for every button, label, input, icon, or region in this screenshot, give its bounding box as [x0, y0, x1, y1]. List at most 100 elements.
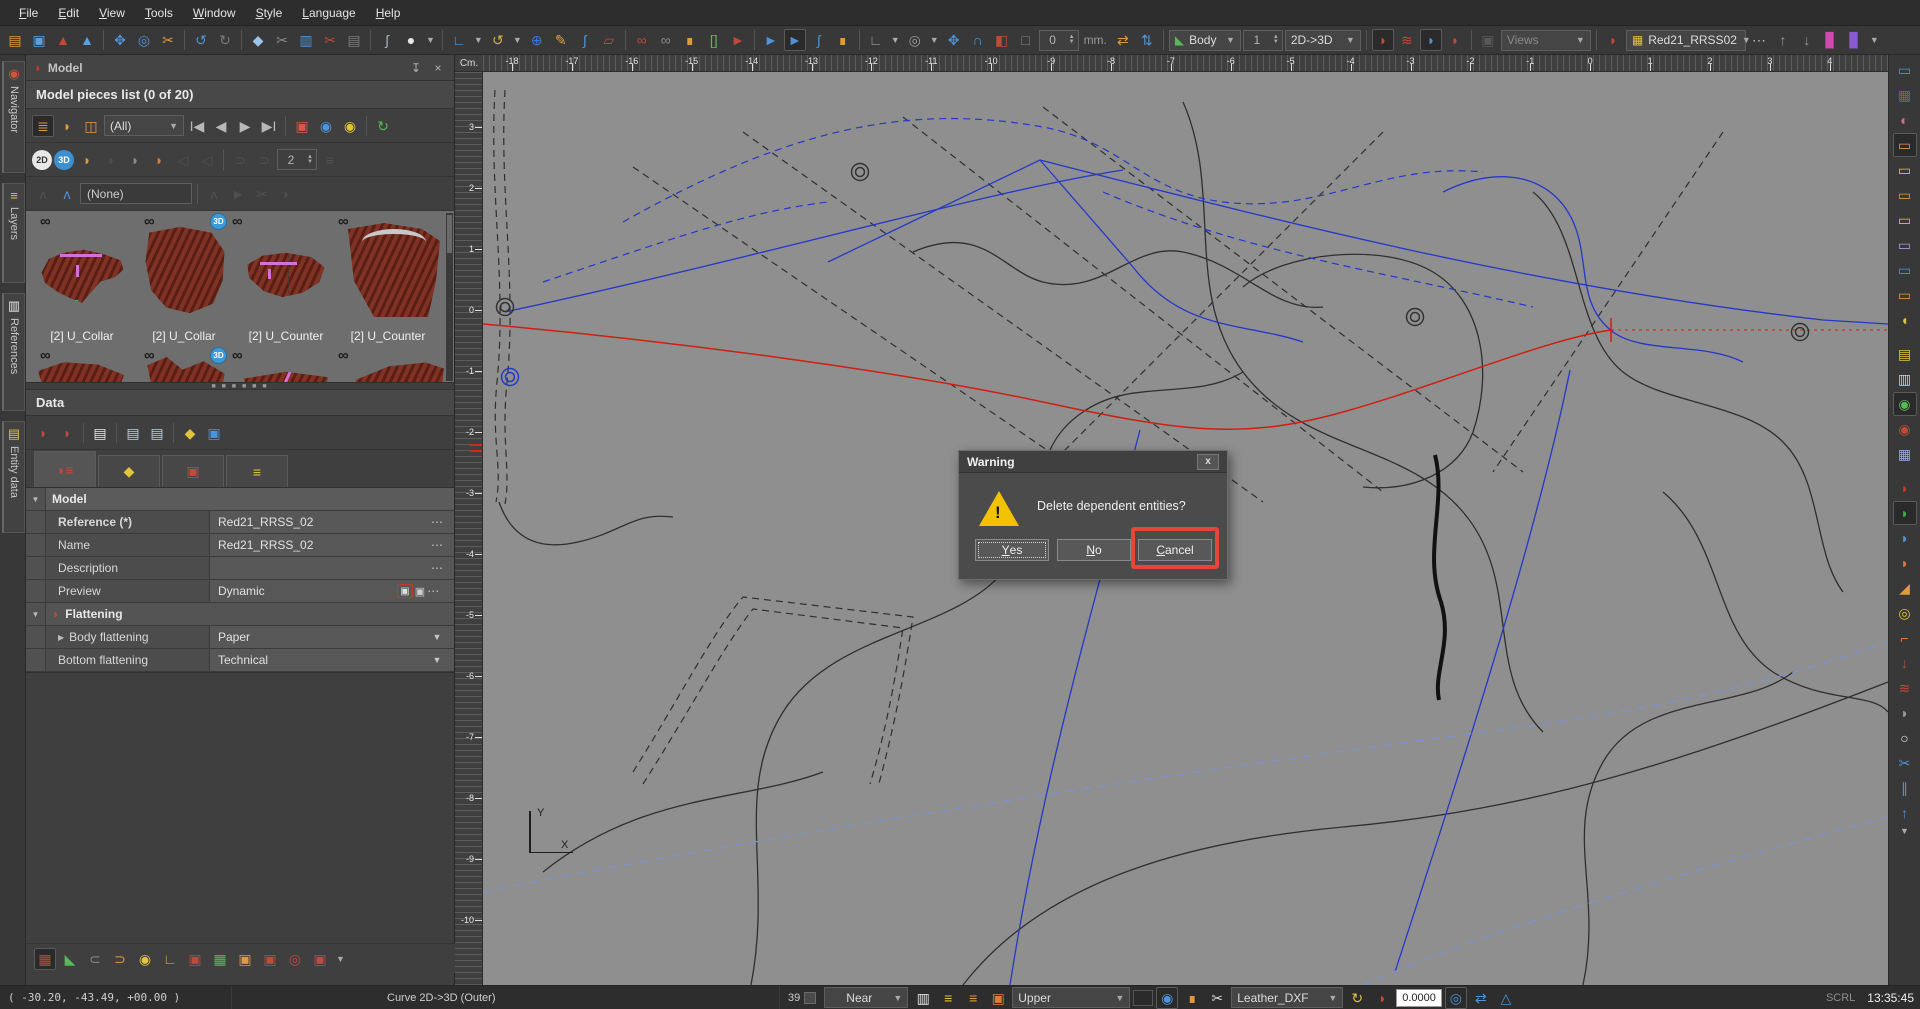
rt-shoe-orange-icon[interactable]: ◗ [1893, 551, 1917, 575]
rotate-icon[interactable]: ∩ [967, 29, 989, 51]
rt-bulb-icon[interactable]: ○ [1893, 726, 1917, 750]
rt-piece-holes-icon[interactable]: ▭ [1893, 208, 1917, 232]
last-piece-icon[interactable]: ▶Ι [258, 115, 280, 137]
rt-show-red-eye-icon[interactable]: ◉ [1893, 417, 1917, 441]
flatten-group-icon[interactable]: ◗ [275, 183, 297, 205]
rt-window-blue-icon[interactable]: ▭ [1893, 58, 1917, 82]
panel-splitter[interactable]: ■ ■ ■ ■ ■ ■ [26, 383, 454, 390]
property-value[interactable]: Dynamic [210, 580, 382, 602]
camera-icon[interactable]: ▣ [415, 585, 425, 598]
rt-piece-dotted-icon[interactable]: ▭ [1893, 158, 1917, 182]
zoom-selection-icon[interactable]: ▣ [291, 115, 313, 137]
piece-thumbnail[interactable] [41, 249, 124, 303]
update-from-shoe-icon[interactable]: ◗ [56, 422, 78, 444]
sb-refresh-icon[interactable]: ↻ [1346, 987, 1368, 1009]
box-red-icon[interactable]: ▣ [259, 948, 281, 970]
measure-scissors-icon[interactable]: ✂ [157, 29, 179, 51]
apply-to-shoe-icon[interactable]: ◗ [32, 422, 54, 444]
next-piece-icon[interactable]: ▶ [234, 115, 256, 137]
ungroup-icon[interactable]: ✂ [251, 183, 273, 205]
select-arrow-icon[interactable]: ► [783, 29, 806, 51]
rt-shoe-red-icon[interactable]: ◗ [1893, 476, 1917, 500]
yes-button[interactable]: Yes [975, 539, 1049, 561]
piece-thumbnail[interactable] [348, 223, 440, 317]
corner-icon[interactable]: ∟ [159, 948, 181, 970]
sb-swap-icon[interactable]: ⇄ [1470, 987, 1492, 1009]
stamp-s-icon[interactable]: ▣ [309, 948, 331, 970]
tab-list[interactable]: ≡ [226, 455, 288, 487]
new-sheet-icon[interactable]: ▤ [89, 422, 111, 444]
lock-icon[interactable]: ∎ [832, 29, 854, 51]
sb-frame-icon[interactable]: ▣ [987, 987, 1009, 1009]
lock-entity-icon[interactable]: ∎ [679, 29, 701, 51]
photo-icon[interactable]: ▣ [203, 422, 225, 444]
sidebar-tab-references[interactable]: ▥ References [2, 293, 25, 411]
sphere-icon[interactable]: ⊕ [526, 29, 548, 51]
rt-shoe-blue-red-icon[interactable]: ◗ [1893, 526, 1917, 550]
chain-open-icon[interactable]: ∞ [631, 29, 653, 51]
rt-scissors-wave-icon[interactable]: ✂ [1893, 751, 1917, 775]
more-options-button[interactable]: ⋯ [1748, 29, 1770, 51]
stamp-red-icon[interactable]: ▣ [184, 948, 206, 970]
tag-icon[interactable]: ◆ [179, 422, 201, 444]
rt-piece-lock-icon[interactable]: ▭ [1893, 283, 1917, 307]
flip-horizontal-icon[interactable]: ⇄ [1112, 29, 1134, 51]
rt-stack-red-blue-icon[interactable]: ≋ [1893, 676, 1917, 700]
mode-3d-toggle[interactable]: 3D [54, 149, 74, 170]
sb-lamp-icon[interactable]: △ [1495, 987, 1517, 1009]
show-all-eye-icon[interactable]: ◉ [315, 115, 337, 137]
undo-icon[interactable]: ↺ [190, 29, 212, 51]
tab-properties[interactable]: ◗≡ [34, 451, 96, 487]
rt-piece-add-icon[interactable]: ◖ [1893, 308, 1917, 332]
menu-window[interactable]: Window [184, 3, 245, 23]
property-value[interactable] [210, 557, 420, 579]
dropdown-arrow-icon[interactable]: ▼ [420, 626, 454, 648]
sidebar-tab-layers[interactable]: ≡ Layers [2, 183, 25, 283]
add-model-icon[interactable]: ◗ [1602, 29, 1624, 51]
ruler-add-icon[interactable]: ▱ [598, 29, 620, 51]
pin-panel-icon[interactable]: ↧ [408, 61, 424, 75]
ghost-square-icon[interactable]: □ [1015, 29, 1037, 51]
move-down-icon[interactable]: ↓ [1796, 29, 1818, 51]
sb-barcode-icon[interactable]: ▥ [912, 987, 934, 1009]
rt-shoe-arrow-down-icon[interactable]: ↓ [1893, 651, 1917, 675]
export-cloud-icon[interactable]: ▲ [76, 29, 98, 51]
rt-copy-pages-icon[interactable]: ▥ [1893, 367, 1917, 391]
select-curve-icon[interactable]: ʃ [808, 29, 830, 51]
car-item[interactable]: ▼ [424, 35, 437, 45]
more-button[interactable]: ⋯ [420, 557, 454, 579]
piece-remove-icon[interactable]: ◗ [100, 149, 122, 171]
first-piece-icon[interactable]: Ι◀ [186, 115, 208, 137]
grid-pieces-icon[interactable]: ▦ [34, 947, 56, 970]
status-checkbox[interactable] [804, 991, 817, 1004]
sb-shoe-s-icon[interactable]: ◗ [1371, 987, 1393, 1009]
mode-2d-toggle[interactable]: 2D [32, 149, 52, 170]
quantity-spinner[interactable]: 2 ▲ ▼ [277, 149, 317, 170]
shoe-red-icon[interactable]: ◗ [1444, 29, 1466, 51]
axes-mode-icon[interactable]: ∟ [865, 29, 887, 51]
eraser-icon[interactable]: ◆ [247, 29, 269, 51]
grid-green-icon[interactable]: ▦ [209, 948, 231, 970]
sb-layers-icon[interactable]: ≡ [937, 987, 959, 1009]
rt-wedge-icon[interactable]: ◢ [1893, 576, 1917, 600]
group-filter-input[interactable]: (None) [80, 183, 192, 204]
property-value[interactable]: Technical [210, 649, 420, 671]
group-row-flattening[interactable]: ▼ ◗ Flattening [26, 603, 454, 626]
sb-layer-add-icon[interactable]: ≡ [962, 987, 984, 1009]
save-model-icon[interactable]: ▣ [28, 29, 50, 51]
move-up-icon[interactable]: ↑ [1772, 29, 1794, 51]
box-orange-icon[interactable]: ▣ [234, 948, 256, 970]
rt-piece-purple-icon[interactable]: ▭ [1893, 233, 1917, 257]
cursor-group-icon[interactable]: ► [227, 183, 249, 205]
no-button[interactable]: No [1057, 539, 1131, 561]
sb-color-swatch[interactable] [1133, 989, 1154, 1006]
rt-heel-curve-icon[interactable]: ⌐ [1893, 626, 1917, 650]
body-select[interactable]: ◣ Body ▼ [1168, 29, 1241, 51]
model-select[interactable]: ▦ Red21_RRSS02 ▼ [1625, 29, 1751, 51]
curve-open-icon[interactable]: ⊂ [84, 948, 106, 970]
prev-piece-icon[interactable]: ◀ [210, 115, 232, 137]
ring-yellow-icon[interactable]: ◉ [134, 948, 156, 970]
rt-grid-arrows-icon[interactable]: ▦ [1893, 442, 1917, 466]
sidebar-tab-entity-data[interactable]: ▤ Entity data [2, 421, 25, 533]
more-button[interactable]: ⋯ [427, 584, 439, 598]
